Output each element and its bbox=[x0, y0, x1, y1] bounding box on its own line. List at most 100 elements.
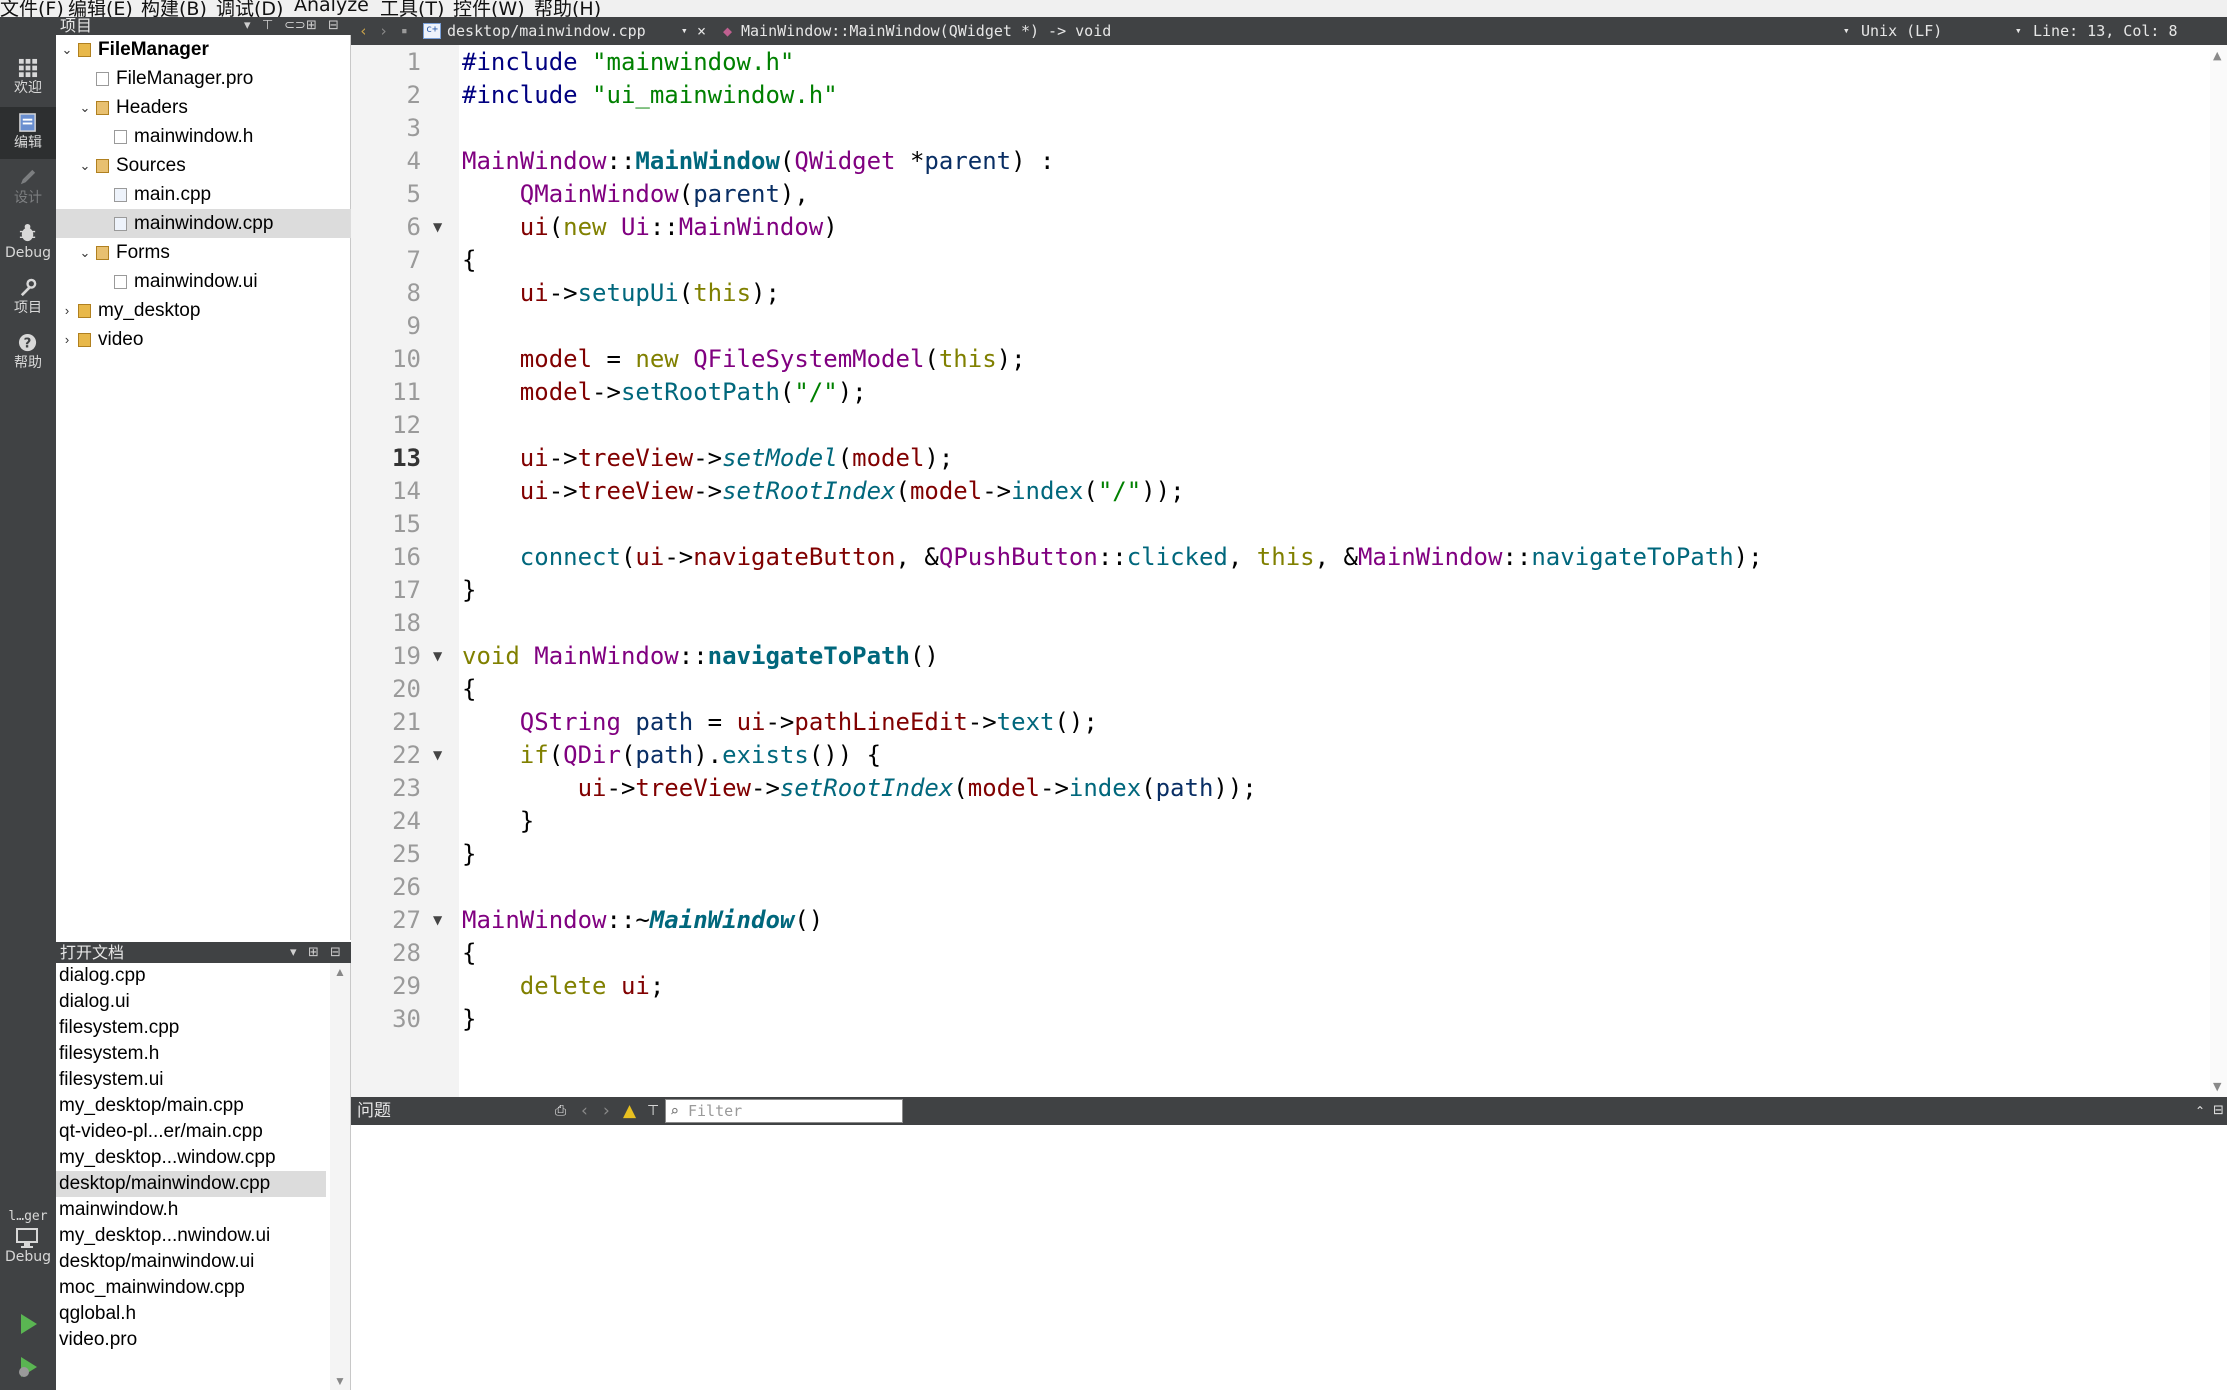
tree-item[interactable]: FileManager.pro bbox=[56, 64, 351, 93]
mode-pencil[interactable]: 设计 bbox=[0, 162, 56, 214]
tree-item[interactable]: › video bbox=[56, 325, 351, 354]
open-document-item[interactable]: qglobal.h bbox=[56, 1301, 326, 1327]
code-line[interactable]: { bbox=[462, 673, 476, 706]
code-line[interactable]: void MainWindow::navigateToPath() bbox=[462, 640, 939, 673]
maximize-icon[interactable]: ⌃ bbox=[2195, 1097, 2205, 1125]
cursor-position[interactable]: Line: 13, Col: 8 bbox=[2033, 17, 2178, 45]
code-line[interactable]: #include "mainwindow.h" bbox=[462, 46, 794, 79]
code-line[interactable]: ui->treeView->setRootIndex(model->index(… bbox=[462, 772, 1257, 805]
tree-item[interactable]: ⌄ Sources bbox=[56, 151, 351, 180]
open-document-item[interactable]: qt-video-pl...er/main.cpp bbox=[56, 1119, 326, 1145]
open-document-item[interactable]: my_desktop...window.cpp bbox=[56, 1145, 326, 1171]
mode-grid[interactable]: 欢迎 bbox=[0, 52, 56, 104]
chevron-down-icon[interactable]: ⌄ bbox=[60, 35, 74, 64]
scroll-down-icon[interactable]: ▼ bbox=[334, 1374, 346, 1388]
fold-marker-icon[interactable]: ▼ bbox=[433, 739, 442, 772]
code-line[interactable]: QMainWindow(parent), bbox=[462, 178, 809, 211]
editor-scrollbar[interactable]: ▲ ▼ bbox=[2210, 45, 2227, 1097]
scroll-up-icon[interactable]: ▲ bbox=[334, 965, 346, 979]
open-document-item[interactable]: filesystem.ui bbox=[56, 1067, 326, 1093]
menu-item[interactable]: 文件(F) bbox=[0, 0, 64, 17]
fold-marker-icon[interactable]: ▼ bbox=[433, 640, 442, 673]
close-pane-icon[interactable]: ⊟ bbox=[2213, 1097, 2224, 1125]
code-editor[interactable]: 1 2 3 4 5 6 ▼ 7 8 9 10 11 12 13 14 15 16 17 18 19 ▼ 20 21 22 ▼ 23… bbox=[351, 45, 2227, 1097]
scroll-down-icon[interactable]: ▼ bbox=[2213, 1080, 2221, 1093]
symbol-selector[interactable]: MainWindow::MainWindow(QWidget *) -> voi… bbox=[741, 17, 1111, 45]
close-pane-icon[interactable]: ⊟ bbox=[330, 942, 341, 963]
code-line[interactable]: model->setRootPath("/"); bbox=[462, 376, 867, 409]
close-document-icon[interactable]: × bbox=[697, 17, 706, 45]
mode-wrench[interactable]: 项目 bbox=[0, 272, 56, 324]
chevron-right-icon[interactable]: › bbox=[60, 325, 74, 354]
code-line[interactable]: QString path = ui->pathLineEdit->text(); bbox=[462, 706, 1098, 739]
menu-item[interactable]: 构建(B) bbox=[141, 0, 207, 17]
tree-item[interactable]: ⌄ FileManager bbox=[56, 35, 351, 64]
filter-icon[interactable]: ⊤ bbox=[262, 17, 273, 35]
tree-item[interactable]: main.cpp bbox=[56, 180, 351, 209]
code-line[interactable]: ui(new Ui::MainWindow) bbox=[462, 211, 838, 244]
mode-edit-document[interactable]: 编辑 bbox=[0, 107, 56, 159]
menu-item[interactable]: 编辑(E) bbox=[68, 0, 133, 17]
tree-item[interactable]: mainwindow.cpp bbox=[56, 209, 351, 238]
fold-marker-icon[interactable]: ▼ bbox=[433, 211, 442, 244]
filter-icon[interactable]: ⊤ bbox=[647, 1097, 659, 1125]
run-button[interactable] bbox=[10, 1309, 46, 1339]
menu-item[interactable]: Analyze bbox=[294, 0, 369, 16]
chevron-down-icon[interactable]: ▾ bbox=[290, 942, 297, 963]
code-line[interactable]: ui->treeView->setRootIndex(model->index(… bbox=[462, 475, 1185, 508]
code-line[interactable]: ui->setupUi(this); bbox=[462, 277, 780, 310]
kit-selector[interactable]: l…ger Debug bbox=[0, 1209, 56, 1269]
open-document-item[interactable]: moc_mainwindow.cpp bbox=[56, 1275, 326, 1301]
nav-forward-icon[interactable]: › bbox=[379, 17, 388, 45]
menu-item[interactable]: 工具(T) bbox=[380, 0, 444, 17]
mode-help[interactable]: ? 帮助 bbox=[0, 327, 56, 379]
split-icon[interactable]: ⊞ bbox=[306, 17, 317, 35]
open-document-item[interactable]: filesystem.cpp bbox=[56, 1015, 326, 1041]
prev-issue-icon[interactable]: ‹ bbox=[581, 1097, 588, 1125]
menu-item[interactable]: 调试(D) bbox=[216, 0, 283, 17]
tree-item[interactable]: mainwindow.ui bbox=[56, 267, 351, 296]
tree-item[interactable]: ⌄ Headers bbox=[56, 93, 351, 122]
close-pane-icon[interactable]: ⊟ bbox=[328, 17, 339, 35]
debug-run-button[interactable] bbox=[10, 1352, 46, 1382]
chevron-down-icon[interactable]: ⌄ bbox=[78, 151, 92, 180]
chevron-down-icon[interactable]: ⌄ bbox=[78, 93, 92, 122]
code-line[interactable]: { bbox=[462, 937, 476, 970]
nav-back-icon[interactable]: ‹ bbox=[359, 17, 368, 45]
clear-icon[interactable]: ⎙ bbox=[555, 1097, 566, 1125]
file-path-selector[interactable]: desktop/mainwindow.cpp bbox=[447, 17, 646, 45]
code-line[interactable]: { bbox=[462, 244, 476, 277]
link-icon[interactable]: ⊂⊃ bbox=[284, 17, 306, 35]
next-issue-icon[interactable]: › bbox=[603, 1097, 610, 1125]
issues-filter-input[interactable]: ⌕ Filter bbox=[665, 1099, 903, 1123]
code-line[interactable]: model = new QFileSystemModel(this); bbox=[462, 343, 1026, 376]
warning-icon[interactable]: ▲ bbox=[623, 1097, 636, 1125]
chevron-down-icon[interactable]: ▾ bbox=[681, 17, 688, 45]
code-line[interactable]: MainWindow::MainWindow(QWidget *parent) … bbox=[462, 145, 1054, 178]
line-ending-selector[interactable]: Unix (LF) bbox=[1861, 17, 1942, 45]
code-line[interactable]: delete ui; bbox=[462, 970, 665, 1003]
code-line[interactable]: ui->treeView->setModel(model); bbox=[462, 442, 954, 475]
split-icon[interactable]: ⊞ bbox=[308, 942, 319, 963]
open-document-item[interactable]: my_desktop/main.cpp bbox=[56, 1093, 326, 1119]
open-document-item[interactable]: desktop/mainwindow.cpp bbox=[56, 1171, 326, 1197]
open-document-item[interactable]: desktop/mainwindow.ui bbox=[56, 1249, 326, 1275]
code-line[interactable]: if(QDir(path).exists()) { bbox=[462, 739, 881, 772]
chevron-down-icon[interactable]: ▾ bbox=[244, 17, 251, 35]
code-line[interactable]: #include "ui_mainwindow.h" bbox=[462, 79, 838, 112]
open-document-item[interactable]: my_desktop...nwindow.ui bbox=[56, 1223, 326, 1249]
code-line[interactable]: connect(ui->navigateButton, &QPushButton… bbox=[462, 541, 1763, 574]
code-line[interactable]: } bbox=[462, 805, 534, 838]
chevron-down-icon[interactable]: ▾ bbox=[2015, 17, 2022, 45]
mode-bug[interactable]: Debug bbox=[0, 217, 56, 269]
open-document-item[interactable]: dialog.ui bbox=[56, 989, 326, 1015]
open-document-item[interactable]: dialog.cpp bbox=[56, 963, 326, 989]
tree-item[interactable]: mainwindow.h bbox=[56, 122, 351, 151]
code-line[interactable]: } bbox=[462, 838, 476, 871]
chevron-right-icon[interactable]: › bbox=[60, 296, 74, 325]
open-document-item[interactable]: filesystem.h bbox=[56, 1041, 326, 1067]
code-line[interactable]: MainWindow::~MainWindow() bbox=[462, 904, 823, 937]
tree-item[interactable]: › my_desktop bbox=[56, 296, 351, 325]
tree-item[interactable]: ⌄ Forms bbox=[56, 238, 351, 267]
menu-item[interactable]: 帮助(H) bbox=[534, 0, 601, 17]
